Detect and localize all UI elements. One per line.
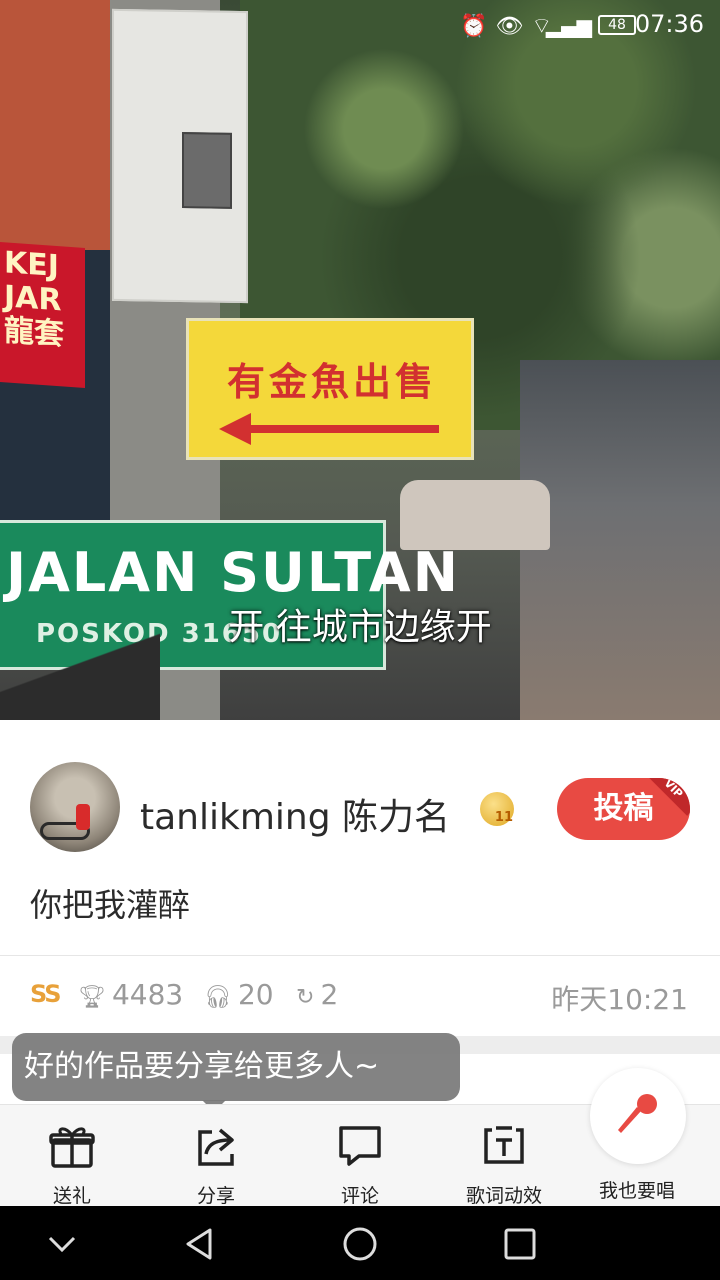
street-stall — [520, 360, 720, 720]
listen-count: 20 — [237, 978, 274, 1011]
red-banner: KEJ JAR 龍套 — [0, 242, 85, 388]
share-stat: ↻ 2 — [296, 978, 338, 1011]
back-icon[interactable] — [180, 1224, 220, 1264]
street-sign-name: JALAN SULTAN — [6, 541, 460, 604]
lyrics-effect-icon — [449, 1123, 559, 1169]
share-small-icon: ↻ — [296, 985, 315, 1010]
listen-stat: 🎧︎ 20 — [204, 978, 274, 1011]
comment-label: 评论 — [340, 1185, 379, 1207]
goldfish-sign-text: 有金魚出售 — [226, 360, 437, 404]
lyrics-effect-label: 歌词动效 — [465, 1185, 542, 1207]
trophy-icon: 🏆︎ — [78, 985, 106, 1010]
post-caption: 你把我灌醉 — [30, 886, 191, 924]
status-bar: ⏰👁⌔ ▂▄▆ 48 07:36 — [0, 0, 720, 50]
headphones-icon: 🎧︎ — [204, 985, 232, 1010]
lyric-subtitle: 开 往城市边缘开 — [228, 607, 492, 648]
sing-label: 我也要唱 — [598, 1180, 675, 1202]
eye-icon: 👁 — [495, 14, 532, 39]
ss-rating-badge: SS — [30, 980, 61, 1008]
gift-icon — [17, 1123, 127, 1169]
microphone-icon — [613, 1089, 663, 1143]
home-icon[interactable] — [340, 1224, 380, 1264]
share-label: 分享 — [196, 1185, 235, 1207]
username[interactable]: tanlikming 陈力名 — [140, 788, 450, 840]
gift-label: 送礼 — [52, 1185, 91, 1207]
lyrics-effect-button[interactable]: 歌词动效 — [449, 1123, 559, 1208]
comment-button[interactable]: 评论 — [305, 1123, 415, 1208]
share-count: 2 — [320, 978, 339, 1011]
submit-button[interactable]: 投稿 VIP — [557, 778, 690, 840]
avatar[interactable] — [30, 762, 120, 852]
hide-keyboard-icon[interactable] — [42, 1224, 82, 1264]
gift-button[interactable]: 送礼 — [17, 1123, 127, 1208]
recents-icon[interactable] — [500, 1224, 540, 1264]
post-info: tanlikming 陈力名 11 投稿 VIP 你把我灌醉 — [0, 720, 720, 955]
electric-box — [112, 8, 248, 304]
system-nav-bar — [0, 1206, 720, 1280]
comment-icon — [305, 1123, 415, 1169]
trophy-count: 4483 — [111, 978, 184, 1011]
sing-button[interactable] — [590, 1068, 686, 1164]
share-button[interactable]: 分享 — [161, 1123, 271, 1208]
share-icon — [161, 1123, 271, 1169]
share-tooltip[interactable]: 好的作品要分享给更多人~ — [12, 1033, 460, 1101]
post-time: 昨天10:21 — [551, 983, 688, 1016]
battery-icon: 48 — [598, 15, 636, 35]
trophy-stat: 🏆︎ 4483 — [78, 978, 183, 1011]
left-arrow-icon — [219, 413, 251, 445]
stats-bar: SS 🏆︎ 4483 🎧︎ 20 ↻ 2 昨天10:21 — [0, 955, 720, 1040]
video-frame[interactable]: KEJ JAR 龍套 有金魚出售 JALAN SULTAN POSKOD 316… — [0, 0, 720, 720]
status-time: 07:36 — [634, 10, 704, 38]
person-graphic — [76, 804, 90, 830]
submit-button-label: 投稿 — [593, 791, 654, 826]
goldfish-sign: 有金魚出售 — [186, 318, 474, 460]
level-badge-icon: 11 — [480, 792, 514, 826]
parked-car — [400, 480, 550, 550]
signal-icon: ▂▄▆ — [545, 14, 592, 38]
alarm-icon: ⏰ — [459, 14, 496, 39]
arrow-shaft — [249, 425, 439, 433]
